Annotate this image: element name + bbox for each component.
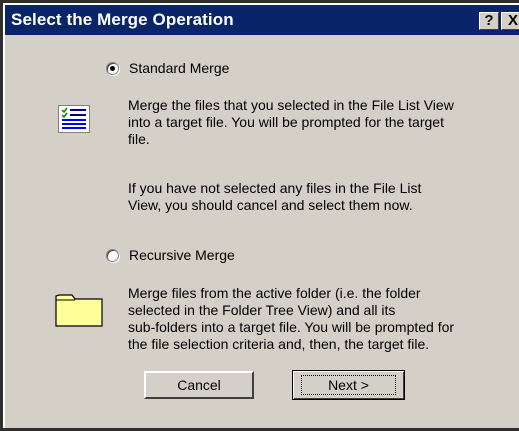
folder-icon [55, 291, 103, 332]
recursive-merge-description: Merge files from the active folder (i.e.… [128, 285, 455, 352]
standard-merge-note: If you have not selected any files in th… [128, 180, 422, 213]
dialog-title: Select the Merge Operation [11, 10, 234, 29]
close-button[interactable]: X [501, 12, 519, 30]
recursive-merge-radio[interactable] [106, 249, 119, 262]
next-button-label: Next > [328, 377, 369, 393]
title-bar[interactable]: Select the Merge Operation ? X [5, 5, 519, 35]
standard-merge-description: Merge the files that you selected in the… [128, 97, 454, 147]
merge-operation-dialog: Select the Merge Operation ? X Standard … [3, 3, 519, 428]
next-button[interactable]: Next > [292, 370, 405, 400]
cancel-button[interactable]: Cancel [144, 371, 254, 399]
recursive-merge-label[interactable]: Recursive Merge [129, 247, 235, 263]
standard-merge-label[interactable]: Standard Merge [129, 60, 229, 76]
standard-merge-radio[interactable] [106, 62, 119, 75]
file-list-icon [58, 105, 90, 133]
help-button[interactable]: ? [479, 12, 499, 30]
